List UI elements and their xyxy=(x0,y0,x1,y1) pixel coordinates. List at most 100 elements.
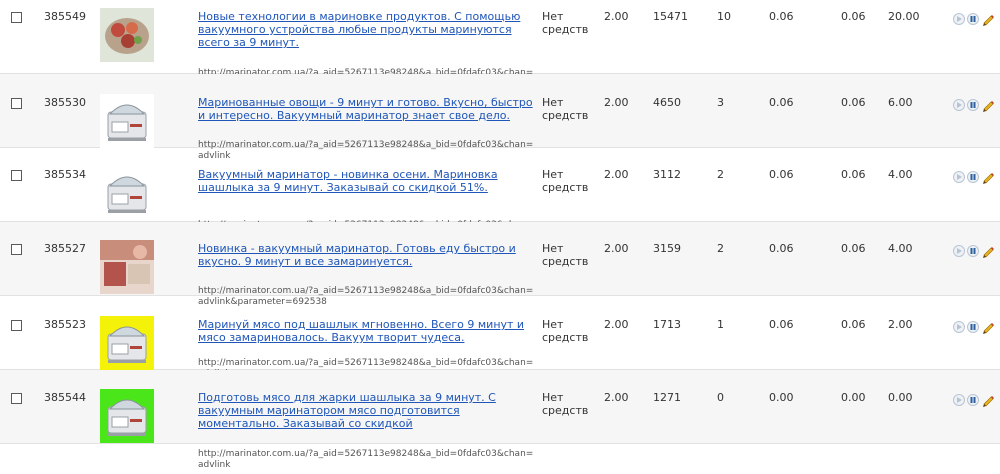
pause-icon[interactable] xyxy=(967,13,979,25)
table-row: 385549 Новые технологии в мариновке проду… xyxy=(0,0,1000,89)
shows-count: 1713 xyxy=(653,318,681,331)
pause-icon[interactable] xyxy=(967,394,979,406)
cpc-value: 0.00 xyxy=(841,391,866,404)
bid-value: 2.00 xyxy=(604,318,629,331)
spent-value: 2.00 xyxy=(888,318,913,331)
ctr-value: 0.06 xyxy=(769,10,794,23)
status-text: Нет средств xyxy=(542,318,589,344)
bid-value: 2.00 xyxy=(604,168,629,181)
row-actions xyxy=(953,320,995,334)
ad-title-link[interactable]: Вакуумный маринатор - новинка осени. Мар… xyxy=(198,168,533,194)
pencil-icon[interactable] xyxy=(981,12,995,26)
play-icon[interactable] xyxy=(953,171,965,183)
play-icon[interactable] xyxy=(953,394,965,406)
ctr-value: 0.06 xyxy=(769,318,794,331)
pause-icon[interactable] xyxy=(967,171,979,183)
row-actions xyxy=(953,12,995,26)
clicks-count: 2 xyxy=(717,242,724,255)
pencil-icon[interactable] xyxy=(981,393,995,407)
ad-id: 385549 xyxy=(44,10,86,23)
ads-table: 385549 Новые технологии в мариновке проду… xyxy=(0,0,1000,470)
shows-count: 15471 xyxy=(653,10,688,23)
row-actions xyxy=(953,393,995,407)
spent-value: 4.00 xyxy=(888,168,913,181)
ad-title-link[interactable]: Маринованные овощи - 9 минут и готово. В… xyxy=(198,96,533,122)
shows-count: 1271 xyxy=(653,391,681,404)
ad-id: 385523 xyxy=(44,318,86,331)
row-actions xyxy=(953,98,995,112)
ad-title-link[interactable]: Подготовь мясо для жарки шашлыка за 9 ми… xyxy=(198,391,533,430)
row-checkbox[interactable] xyxy=(11,244,22,255)
clicks-count: 1 xyxy=(717,318,724,331)
ad-text: Вакуумный маринатор - новинка осени. Мар… xyxy=(198,168,533,241)
ad-id: 385530 xyxy=(44,96,86,109)
ad-text: Подготовь мясо для жарки шашлыка за 9 ми… xyxy=(198,391,533,470)
pause-icon[interactable] xyxy=(967,245,979,257)
spent-value: 4.00 xyxy=(888,242,913,255)
bid-value: 2.00 xyxy=(604,10,629,23)
table-row: 385544 Подготовь мясо для жарки шашлыка з… xyxy=(0,370,1000,470)
status-text: Нет средств xyxy=(542,242,589,268)
ctr-value: 0.06 xyxy=(769,242,794,255)
bid-value: 2.00 xyxy=(604,242,629,255)
ad-thumbnail xyxy=(100,166,154,220)
ad-thumbnail xyxy=(100,316,154,370)
ad-thumbnail xyxy=(100,389,154,443)
ad-text: Новинка - вакуумный маринатор. Готовь ед… xyxy=(198,242,533,307)
play-icon[interactable] xyxy=(953,13,965,25)
clicks-count: 0 xyxy=(717,391,724,404)
ctr-value: 0.06 xyxy=(769,96,794,109)
ad-title-link[interactable]: Новинка - вакуумный маринатор. Готовь ед… xyxy=(198,242,533,268)
table-row: 385523 Маринуй мясо под шашлык мгновенно.… xyxy=(0,296,1000,379)
cpc-value: 0.06 xyxy=(841,318,866,331)
row-checkbox[interactable] xyxy=(11,12,22,23)
row-checkbox[interactable] xyxy=(11,98,22,109)
pencil-icon[interactable] xyxy=(981,320,995,334)
pencil-icon[interactable] xyxy=(981,244,995,258)
ad-text: Маринуй мясо под шашлык мгновенно. Всего… xyxy=(198,318,533,379)
ad-thumbnail xyxy=(100,94,154,148)
status-text: Нет средств xyxy=(542,391,589,417)
bid-value: 2.00 xyxy=(604,96,629,109)
status-text: Нет средств xyxy=(542,168,589,194)
row-actions xyxy=(953,244,995,258)
pause-icon[interactable] xyxy=(967,321,979,333)
clicks-count: 10 xyxy=(717,10,731,23)
ad-text: Новые технологии в мариновке продуктов. … xyxy=(198,10,533,89)
cpc-value: 0.06 xyxy=(841,10,866,23)
shows-count: 3112 xyxy=(653,168,681,181)
spent-value: 20.00 xyxy=(888,10,920,23)
bid-value: 2.00 xyxy=(604,391,629,404)
status-text: Нет средств xyxy=(542,10,589,36)
row-actions xyxy=(953,170,995,184)
row-checkbox[interactable] xyxy=(11,320,22,331)
pencil-icon[interactable] xyxy=(981,170,995,184)
ad-text: Маринованные овощи - 9 минут и готово. В… xyxy=(198,96,533,161)
ad-title-link[interactable]: Новые технологии в мариновке продуктов. … xyxy=(198,10,533,49)
ad-thumbnail xyxy=(100,8,154,62)
table-row: 385527 Новинка - вакуумный маринатор. Гот… xyxy=(0,222,1000,307)
ad-id: 385527 xyxy=(44,242,86,255)
play-icon[interactable] xyxy=(953,321,965,333)
table-row: 385530 Маринованные овощи - 9 минут и гот… xyxy=(0,74,1000,161)
pencil-icon[interactable] xyxy=(981,98,995,112)
shows-count: 4650 xyxy=(653,96,681,109)
shows-count: 3159 xyxy=(653,242,681,255)
table-row: 385534 Вакуумный маринатор - новинка осен… xyxy=(0,148,1000,241)
clicks-count: 3 xyxy=(717,96,724,109)
play-icon[interactable] xyxy=(953,99,965,111)
pause-icon[interactable] xyxy=(967,99,979,111)
row-checkbox[interactable] xyxy=(11,170,22,181)
row-checkbox[interactable] xyxy=(11,393,22,404)
ctr-value: 0.06 xyxy=(769,168,794,181)
ad-url: http://marinator.com.ua/?a_aid=5267113e9… xyxy=(198,449,534,470)
spent-value: 6.00 xyxy=(888,96,913,109)
ad-title-link[interactable]: Маринуй мясо под шашлык мгновенно. Всего… xyxy=(198,318,533,344)
clicks-count: 2 xyxy=(717,168,724,181)
ad-id: 385534 xyxy=(44,168,86,181)
cpc-value: 0.06 xyxy=(841,242,866,255)
status-text: Нет средств xyxy=(542,96,589,122)
play-icon[interactable] xyxy=(953,245,965,257)
ad-id: 385544 xyxy=(44,391,86,404)
spent-value: 0.00 xyxy=(888,391,913,404)
